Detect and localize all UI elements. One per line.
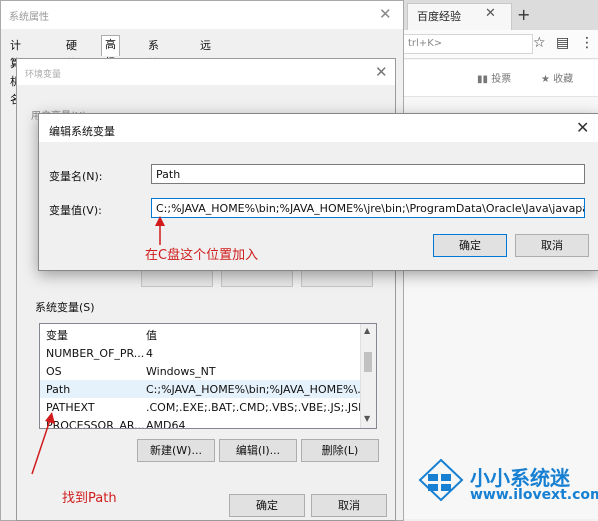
annotation-find-path: 找到Path bbox=[62, 491, 117, 506]
arrow-up-icon bbox=[155, 216, 165, 245]
watermark-url: www.ilovext.com bbox=[470, 487, 598, 503]
arrow-to-path-icon bbox=[31, 412, 55, 475]
annotation-arrows bbox=[31, 216, 165, 475]
windows-logo-icon bbox=[418, 458, 464, 502]
